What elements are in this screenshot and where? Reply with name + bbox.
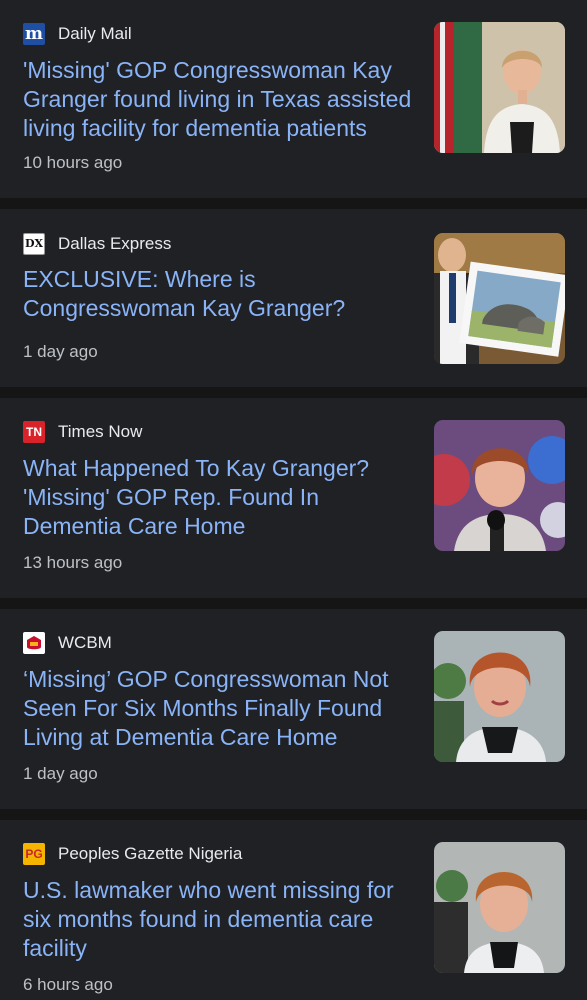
source-name: Times Now [58,422,143,441]
woman-interview-photo [434,842,565,973]
headline-link[interactable]: EXCLUSIVE: Where is Congresswoman Kay Gr… [23,265,418,323]
dallas-express-logo-text: DX [24,237,44,250]
news-card[interactable]: TN Times Now What Happened To Kay Grange… [0,398,587,598]
thumbnail-image[interactable] [434,842,565,973]
times-now-logo-icon: TN [23,421,45,443]
publish-time: 1 day ago [23,342,98,361]
source-row: PG Peoples Gazette Nigeria [23,842,242,866]
source-name: WCBM [58,633,112,652]
news-feed: m Daily Mail 'Missing' GOP Congresswoman… [0,0,587,1000]
peoples-gazette-logo-icon: PG [23,843,45,865]
peoples-gazette-logo-text: PG [25,847,43,861]
headline-link[interactable]: U.S. lawmaker who went missing for six m… [23,876,418,963]
news-card[interactable]: WCBM ‘Missing’ GOP Congresswoman Not See… [0,609,587,809]
thumbnail-image[interactable] [434,420,565,551]
source-row: TN Times Now [23,420,142,444]
thumbnail-image[interactable] [434,631,565,762]
woman-speaking-microphone-photo [434,420,565,551]
source-name: Daily Mail [58,24,132,43]
thumbnail-image[interactable] [434,233,565,364]
woman-at-podium-photo [434,22,565,153]
times-now-logo-text: TN [26,425,42,439]
wcbm-crest-icon [27,636,41,650]
headline-link[interactable]: ‘Missing’ GOP Congresswoman Not Seen For… [23,665,418,752]
publish-time: 6 hours ago [23,975,113,994]
publish-time: 10 hours ago [23,153,123,172]
daily-mail-logo-icon: m [23,23,45,45]
source-row: DX Dallas Express [23,232,171,256]
news-card[interactable]: DX Dallas Express EXCLUSIVE: Where is Co… [0,209,587,387]
wcbm-logo-icon [23,632,45,654]
news-card[interactable]: PG Peoples Gazette Nigeria U.S. lawmaker… [0,820,587,1000]
headline-link[interactable]: 'Missing' GOP Congresswoman Kay Granger … [23,56,418,143]
source-row: m Daily Mail [23,22,132,46]
daily-mail-logo-text: m [25,24,43,44]
source-name: Dallas Express [58,234,172,253]
dallas-express-logo-icon: DX [23,233,45,255]
man-holding-rhino-picture-photo [434,233,565,364]
source-name: Peoples Gazette Nigeria [58,844,243,863]
headline-link[interactable]: What Happened To Kay Granger? 'Missing' … [23,454,418,541]
publish-time: 13 hours ago [23,553,123,572]
publish-time: 1 day ago [23,764,98,783]
thumbnail-image[interactable] [434,22,565,153]
news-card[interactable]: m Daily Mail 'Missing' GOP Congresswoman… [0,0,587,198]
woman-portrait-photo [434,631,565,762]
source-row: WCBM [23,631,112,655]
